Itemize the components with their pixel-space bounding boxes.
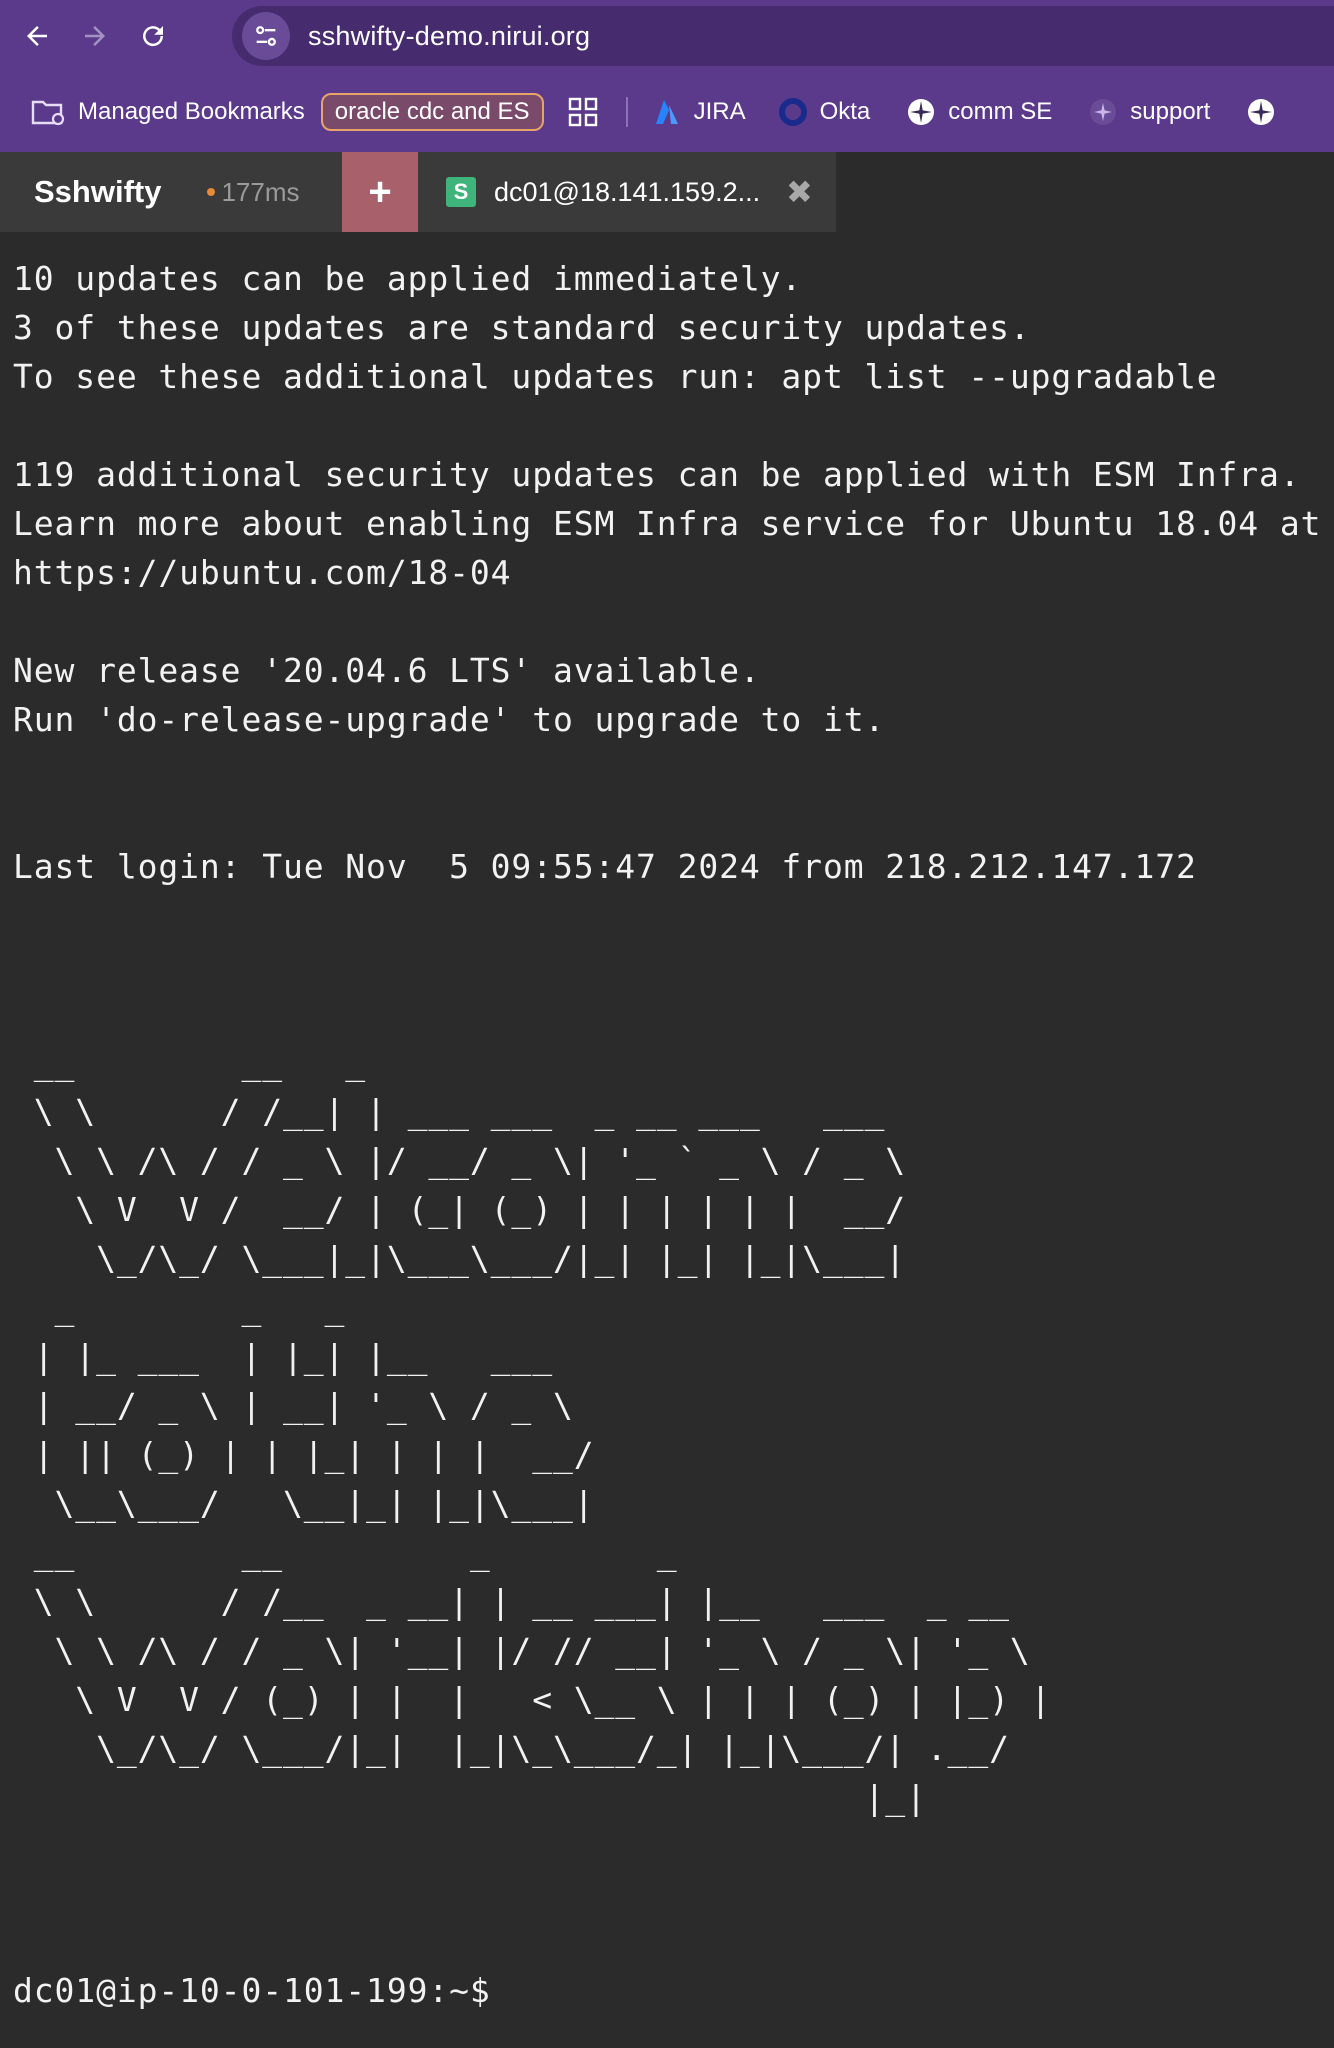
address-bar[interactable]: sshwifty-demo.nirui.org: [232, 6, 1334, 66]
tab-bar-filler: [836, 152, 1334, 232]
bookmark-label: Okta: [819, 98, 871, 125]
app-tab-bar: Sshwifty 177ms + S dc01@18.141.159.2... …: [0, 152, 1334, 232]
compass-icon: [1090, 99, 1117, 125]
forward-button[interactable]: [68, 0, 122, 72]
bookmark-separator: [625, 97, 628, 127]
latency-indicator-dot: [207, 188, 216, 196]
shell-prompt[interactable]: dc01@ip-10-0-101-199:~$: [13, 1966, 491, 2015]
bookmark-label: JIRA: [693, 98, 746, 125]
bookmark-label: oracle cdc and ES: [334, 98, 530, 125]
okta-icon: [778, 98, 807, 126]
compass-icon: [1248, 99, 1275, 125]
close-icon[interactable]: ✖: [786, 173, 813, 211]
bookmark-label: support: [1130, 98, 1211, 125]
apps-grid-icon: [568, 97, 597, 127]
new-connection-button[interactable]: +: [342, 152, 418, 232]
bookmark-oracle-cdc[interactable]: oracle cdc and ES: [320, 93, 544, 131]
terminal-output[interactable]: 10 updates can be applied immediately. 3…: [13, 254, 1323, 2034]
ssh-session-icon: S: [446, 177, 476, 207]
tab-title: dc01@18.141.159.2...: [494, 176, 761, 207]
reload-button[interactable]: [126, 0, 180, 72]
bookmark-label: comm SE: [948, 98, 1053, 125]
bookmarks-bar: Managed Bookmarks oracle cdc and ES JIRA…: [0, 72, 1334, 154]
tune-icon: [256, 26, 276, 46]
app-name: Sshwifty: [34, 174, 162, 209]
arrow-right-icon: [85, 26, 105, 46]
url-text: sshwifty-demo.nirui.org: [308, 20, 591, 51]
plus-icon: +: [368, 169, 392, 214]
bookmark-apps[interactable]: [558, 90, 620, 134]
bookmark-label: Managed Bookmarks: [78, 98, 305, 125]
back-button[interactable]: [10, 0, 64, 72]
folder-managed-icon: [31, 100, 65, 126]
reload-icon: [143, 26, 164, 47]
bookmark-managed-bookmarks[interactable]: Managed Bookmarks: [20, 90, 315, 134]
arrow-left-icon: [27, 26, 47, 46]
latency-value: 177ms: [221, 176, 300, 207]
bookmark-jira[interactable]: JIRA: [642, 90, 756, 134]
app-brand: Sshwifty 177ms: [0, 152, 342, 232]
site-info-button[interactable]: [242, 12, 290, 60]
bookmark-overflow[interactable]: [1236, 90, 1298, 134]
tab-ssh-session[interactable]: S dc01@18.141.159.2... ✖: [418, 152, 836, 232]
bookmark-comm-se[interactable]: comm SE: [896, 90, 1062, 134]
compass-icon: [908, 99, 935, 125]
jira-icon: [655, 100, 678, 124]
browser-toolbar: sshwifty-demo.nirui.org: [0, 0, 1334, 72]
bookmark-okta[interactable]: Okta: [768, 90, 881, 134]
bookmark-support[interactable]: support: [1078, 90, 1220, 134]
